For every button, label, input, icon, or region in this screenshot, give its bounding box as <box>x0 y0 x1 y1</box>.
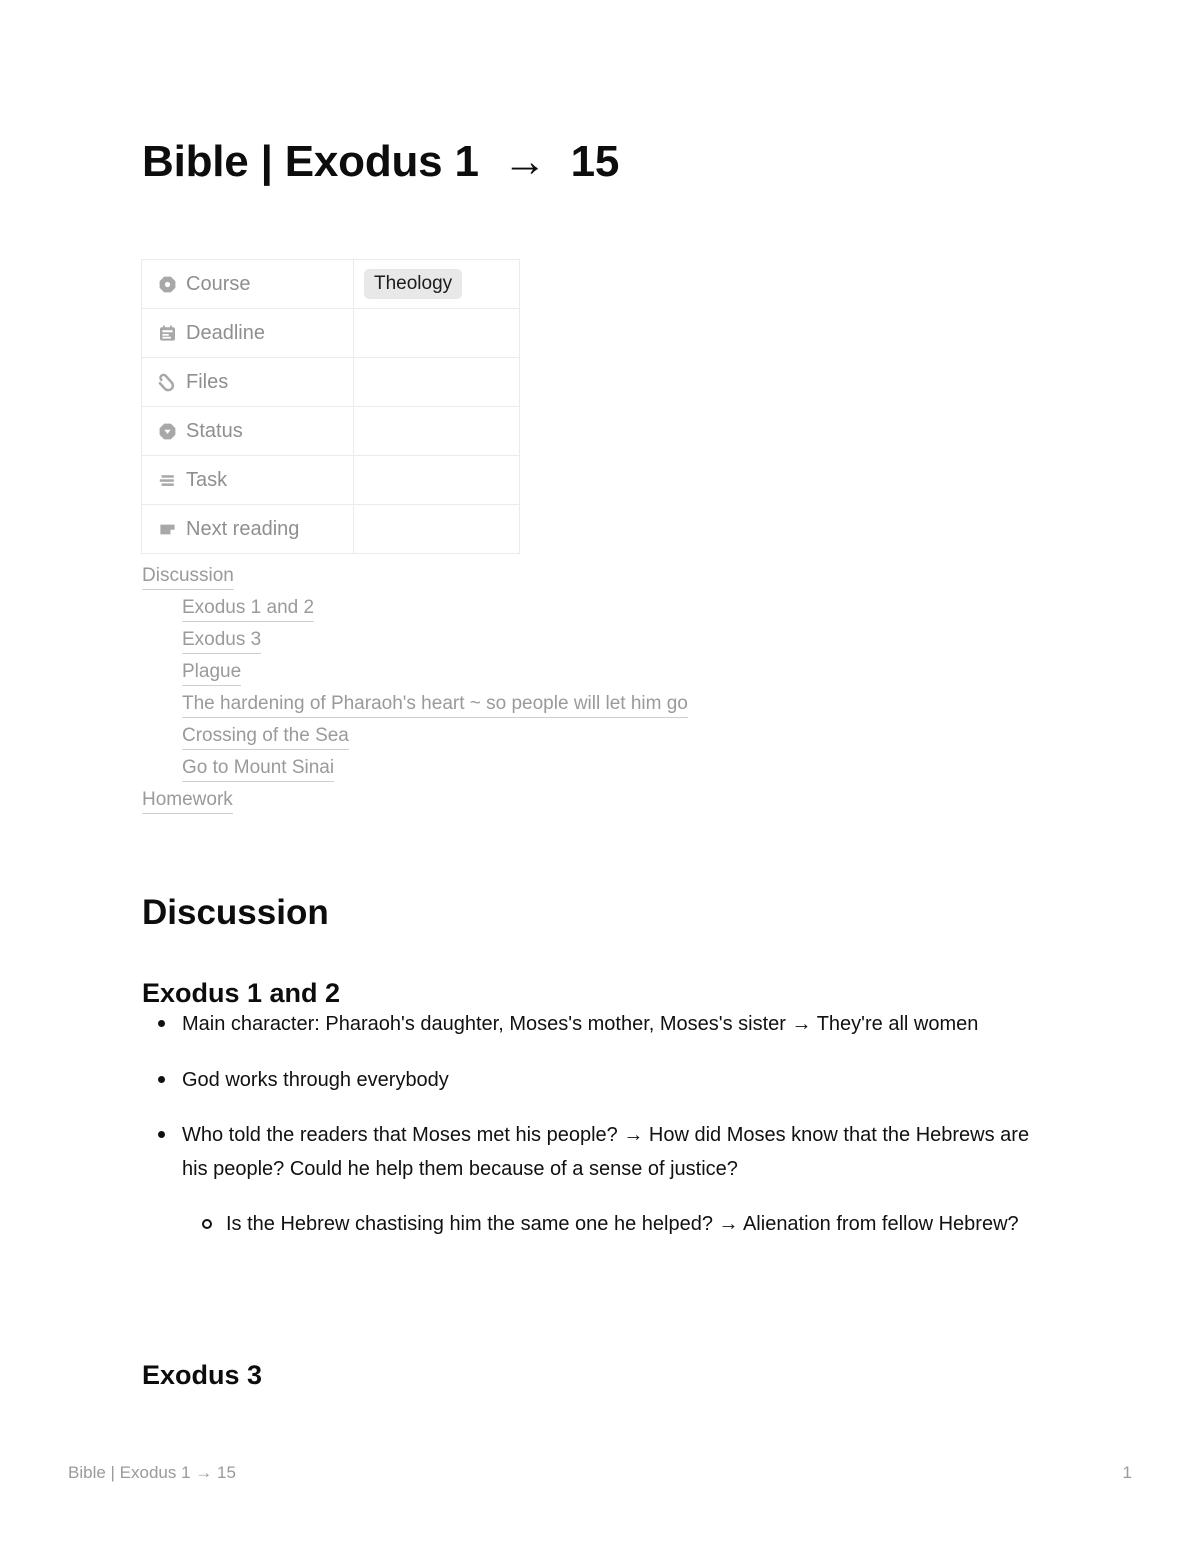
property-key-cell-task: Task <box>141 455 354 505</box>
toc-link-plague[interactable]: Plague <box>182 661 1042 686</box>
heading-exodus-3: Exodus 3 <box>142 1360 263 1391</box>
properties-table: Course Theology Deadline Files Status Ta… <box>141 259 520 554</box>
next-reading-icon <box>158 520 177 539</box>
property-label-next-reading: Next reading <box>186 518 300 540</box>
heading-discussion: Discussion <box>142 893 329 933</box>
property-key-cell-deadline: Deadline <box>141 308 354 358</box>
table-row: Course Theology <box>141 259 520 309</box>
list-item: Who told the readers that Moses met his … <box>142 1119 1052 1186</box>
property-value-cell-files[interactable] <box>353 357 520 407</box>
toc-link-go-to-mount-sinai[interactable]: Go to Mount Sinai <box>182 757 1042 782</box>
course-icon <box>158 275 177 294</box>
table-row: Task <box>141 455 520 505</box>
toc-link-hardening-of-pharaohs-heart[interactable]: The hardening of Pharaoh's heart ~ so pe… <box>182 693 1042 718</box>
status-icon <box>158 422 177 441</box>
table-of-contents: Discussion Exodus 1 and 2 Exodus 3 Plagu… <box>142 565 1042 822</box>
property-key-cell-next-reading: Next reading <box>141 504 354 554</box>
discussion-bullet-list: Main character: Pharaoh's daughter, Mose… <box>142 1008 1052 1242</box>
property-value-cell-status[interactable] <box>353 406 520 456</box>
course-tag[interactable]: Theology <box>364 269 463 299</box>
table-row: Deadline <box>141 308 520 358</box>
table-row: Next reading <box>141 504 520 554</box>
list-item: Is the Hebrew chastising him the same on… <box>142 1208 1052 1242</box>
list-item: God works through everybody <box>142 1064 1052 1098</box>
list-item: Main character: Pharaoh's daughter, Mose… <box>142 1008 1052 1042</box>
property-value-cell-task[interactable] <box>353 455 520 505</box>
property-label-course: Course <box>186 273 251 295</box>
footer-page-number: 1 <box>1122 1463 1132 1482</box>
paperclip-icon <box>158 373 177 392</box>
calendar-icon <box>158 324 177 343</box>
table-row: Files <box>141 357 520 407</box>
toc-link-crossing-of-the-sea[interactable]: Crossing of the Sea <box>182 725 1042 750</box>
page-title: Bible | Exodus 1 → 15 <box>142 137 620 186</box>
toc-link-homework[interactable]: Homework <box>142 789 1042 814</box>
heading-exodus-1-and-2: Exodus 1 and 2 <box>142 978 341 1009</box>
property-label-files: Files <box>186 371 229 393</box>
property-key-cell-status: Status <box>141 406 354 456</box>
task-list-icon <box>158 471 177 490</box>
property-value-cell-course[interactable]: Theology <box>353 259 520 309</box>
property-key-cell-files: Files <box>141 357 354 407</box>
property-label-task: Task <box>186 469 228 491</box>
document-page: Bible | Exodus 1 → 15 Course Theology De… <box>0 0 1200 1553</box>
property-label-deadline: Deadline <box>186 322 265 344</box>
property-value-cell-deadline[interactable] <box>353 308 520 358</box>
table-row: Status <box>141 406 520 456</box>
property-value-cell-next-reading[interactable] <box>353 504 520 554</box>
toc-link-discussion[interactable]: Discussion <box>142 565 1042 590</box>
property-label-status: Status <box>186 420 243 442</box>
footer-title: Bible | Exodus 1 → 15 <box>68 1463 236 1482</box>
property-key-cell-course: Course <box>141 259 354 309</box>
toc-link-exodus-1-and-2[interactable]: Exodus 1 and 2 <box>182 597 1042 622</box>
toc-link-exodus-3[interactable]: Exodus 3 <box>182 629 1042 654</box>
properties-table-body: Course Theology Deadline Files Status Ta… <box>141 259 520 554</box>
page-footer: Bible | Exodus 1 → 15 1 <box>68 1463 1132 1483</box>
